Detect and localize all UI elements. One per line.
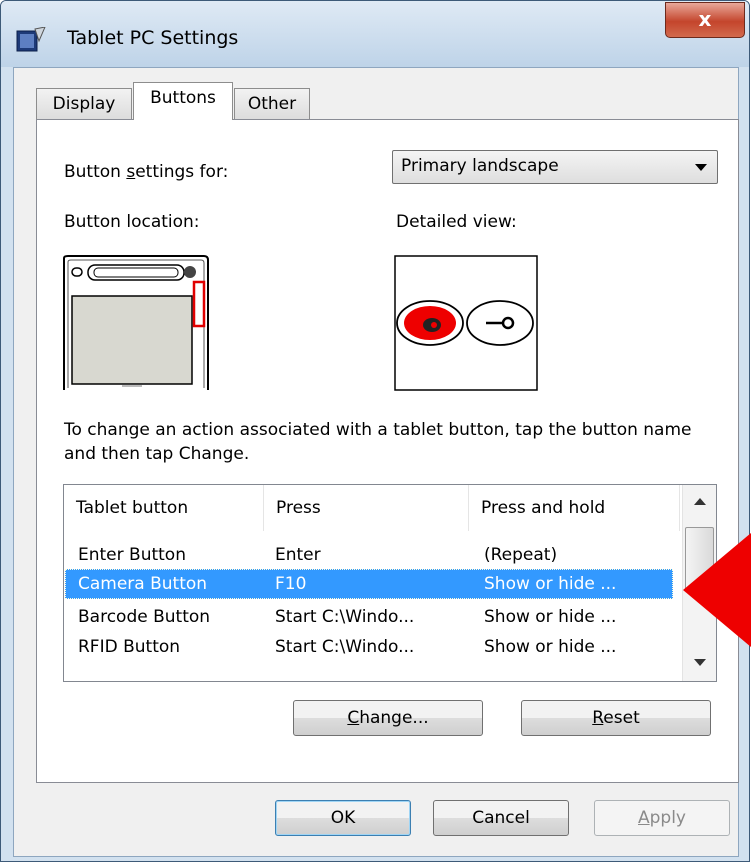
cell-hold: Show or hide ... — [484, 607, 617, 627]
cell-button: Barcode Button — [78, 607, 211, 627]
cell-button: Enter Button — [78, 545, 186, 565]
orientation-dropdown[interactable]: Primary landscape — [392, 150, 718, 184]
detailed-view-label: Detailed view: — [396, 212, 517, 232]
change-button[interactable]: Change... — [293, 700, 483, 736]
scroll-down-icon[interactable] — [694, 659, 706, 667]
scroll-up-icon[interactable] — [694, 497, 706, 505]
instructions-text: To change an action associated with a ta… — [64, 420, 692, 464]
close-icon: x — [698, 7, 712, 31]
title-bar[interactable]: Tablet PC Settings x — [1, 1, 749, 67]
cell-button: RFID Button — [78, 637, 181, 657]
tab-display[interactable]: Display — [36, 88, 132, 120]
column-header-tablet-button[interactable]: Tablet button — [64, 485, 264, 531]
cell-press: Start C:\Windo... — [275, 637, 415, 657]
column-header-press[interactable]: Press — [264, 485, 469, 531]
cell-press: Enter — [275, 545, 321, 565]
cell-press: Start C:\Windo... — [275, 607, 415, 627]
close-button[interactable]: x — [665, 2, 745, 38]
chevron-down-icon — [695, 164, 707, 171]
tab-buttons[interactable]: Buttons — [133, 82, 233, 120]
device-location-image — [63, 255, 209, 390]
annotation-arrow — [683, 533, 751, 647]
detailed-view-image — [394, 255, 538, 391]
cell-hold: Show or hide ... — [484, 574, 617, 594]
table-row[interactable]: Barcode Button Start C:\Windo... Show or… — [65, 602, 673, 632]
apply-button[interactable]: Apply — [594, 800, 730, 836]
button-location-label: Button location: — [64, 212, 200, 232]
cell-hold: Show or hide ... — [484, 637, 617, 657]
cancel-button[interactable]: Cancel — [433, 800, 569, 836]
column-header-press-and-hold[interactable]: Press and hold — [469, 485, 680, 531]
tab-other[interactable]: Other — [234, 88, 310, 120]
reset-button[interactable]: Reset — [521, 700, 711, 736]
tablet-pc-icon — [16, 27, 46, 52]
cell-hold: (Repeat) — [484, 545, 558, 565]
table-row[interactable]: Enter Button Enter (Repeat) — [65, 540, 673, 570]
window-title: Tablet PC Settings — [67, 27, 239, 49]
tablet-button-list[interactable]: Tablet button Press Press and hold Enter… — [63, 484, 717, 682]
cell-press: F10 — [275, 574, 307, 594]
ok-button[interactable]: OK — [275, 800, 411, 836]
cell-button: Camera Button — [78, 574, 208, 594]
button-settings-for-label: Button settings for: — [64, 162, 229, 182]
table-row-selected[interactable]: Camera Button F10 Show or hide ... — [65, 569, 673, 599]
table-row[interactable]: RFID Button Start C:\Windo... Show or hi… — [65, 632, 673, 662]
orientation-dropdown-value: Primary landscape — [401, 156, 559, 176]
